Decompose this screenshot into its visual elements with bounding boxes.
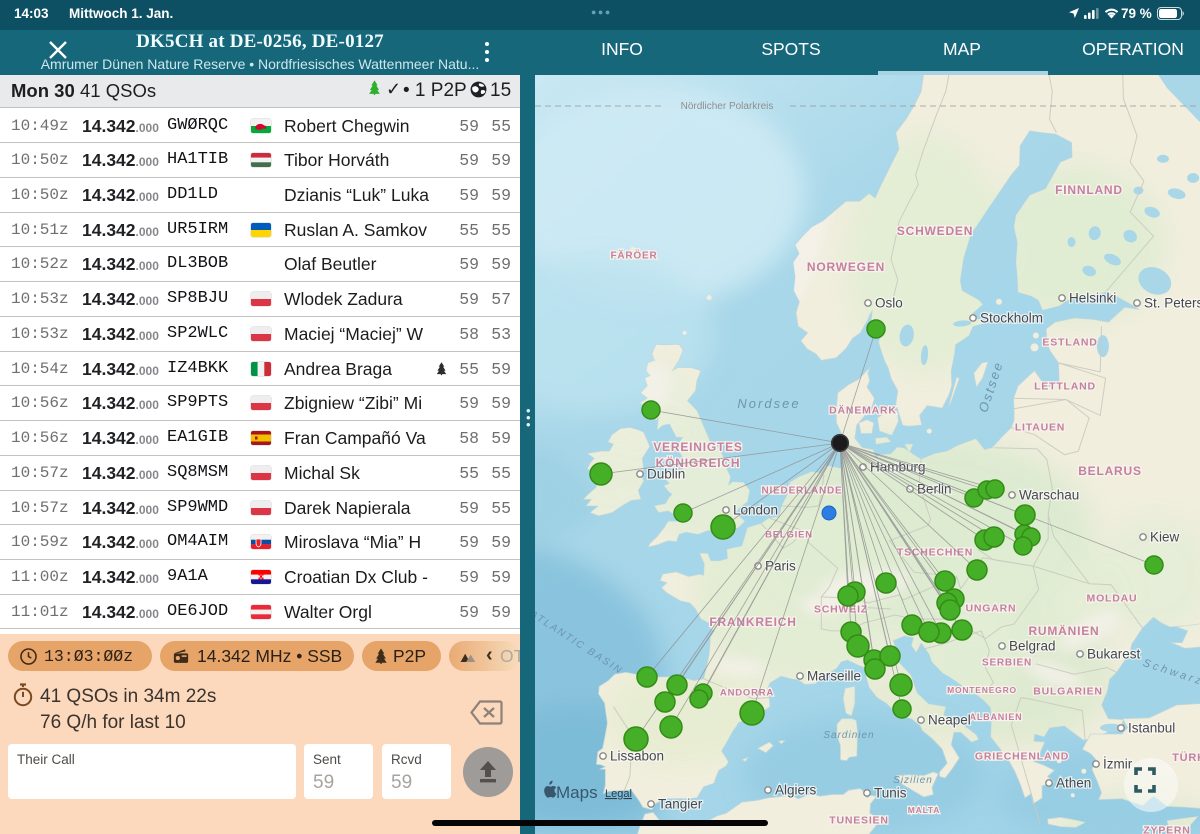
svg-text:ALBANIEN: ALBANIEN — [970, 712, 1023, 722]
svg-text:BULGARIEN: BULGARIEN — [1033, 686, 1103, 698]
svg-text:ESTLAND: ESTLAND — [1042, 337, 1097, 349]
svg-text:RUMÄNIEN: RUMÄNIEN — [1028, 623, 1099, 638]
svg-text:MALTA: MALTA — [908, 805, 940, 815]
svg-text:Marseille: Marseille — [807, 669, 861, 684]
svg-text:BELARUS: BELARUS — [1078, 464, 1142, 478]
svg-text:Maps: Maps — [556, 783, 598, 802]
svg-text:Sardinien: Sardinien — [823, 730, 874, 741]
svg-text:St. Petersbu: St. Petersbu — [1144, 296, 1200, 311]
svg-text:VEREINIGTES: VEREINIGTES — [653, 440, 742, 454]
svg-text:Kiew: Kiew — [1150, 530, 1180, 545]
svg-text:SCHWEIZ: SCHWEIZ — [814, 604, 868, 616]
svg-text:İzmir: İzmir — [1103, 757, 1133, 772]
svg-text:Belgrad: Belgrad — [1009, 639, 1056, 654]
svg-text:Warschau: Warschau — [1019, 488, 1079, 503]
svg-text:ANDORRA: ANDORRA — [720, 687, 774, 698]
svg-text:Sizilien: Sizilien — [893, 775, 933, 786]
svg-text:TÜRKEI: TÜRKEI — [1172, 751, 1200, 764]
svg-text:FÄRÖER: FÄRÖER — [610, 249, 657, 262]
svg-text:Athen: Athen — [1056, 776, 1091, 791]
svg-text:Bukarest: Bukarest — [1087, 647, 1141, 662]
svg-text:Legal: Legal — [605, 788, 632, 800]
svg-text:Dublin: Dublin — [647, 467, 685, 482]
svg-text:Helsinki: Helsinki — [1069, 291, 1116, 306]
svg-text:SERBIEN: SERBIEN — [982, 658, 1032, 669]
svg-text:MONTENEGRO: MONTENEGRO — [947, 685, 1017, 695]
svg-text:FINNLAND: FINNLAND — [1055, 183, 1123, 197]
svg-text:Tunis: Tunis — [874, 786, 907, 801]
svg-text:Nordsee: Nordsee — [737, 396, 800, 411]
svg-text:LETTLAND: LETTLAND — [1034, 381, 1096, 393]
svg-text:Nördlicher Polarkreis: Nördlicher Polarkreis — [681, 101, 774, 112]
svg-text:DÄNEMARK: DÄNEMARK — [829, 404, 897, 417]
svg-text:Tangier: Tangier — [658, 797, 703, 812]
svg-text:SCHWEDEN: SCHWEDEN — [897, 224, 973, 238]
svg-text:Istanbul: Istanbul — [1128, 721, 1175, 736]
svg-text:Neapel: Neapel — [928, 713, 971, 728]
svg-text:Stockholm: Stockholm — [980, 311, 1043, 326]
svg-text:ZYPERN: ZYPERN — [1143, 825, 1190, 834]
svg-text:UNGARN: UNGARN — [966, 603, 1017, 615]
svg-text:GRIECHENLAND: GRIECHENLAND — [975, 751, 1069, 763]
svg-text:Algiers: Algiers — [775, 783, 817, 798]
svg-text:LITAUEN: LITAUEN — [1015, 422, 1065, 434]
svg-text:TUNESIEN: TUNESIEN — [829, 815, 889, 827]
svg-text:NORWEGEN: NORWEGEN — [807, 260, 885, 274]
svg-text:MOLDAU: MOLDAU — [1087, 593, 1138, 605]
svg-text:TSCHECHIEN: TSCHECHIEN — [897, 547, 973, 559]
svg-text:Oslo: Oslo — [875, 296, 903, 311]
